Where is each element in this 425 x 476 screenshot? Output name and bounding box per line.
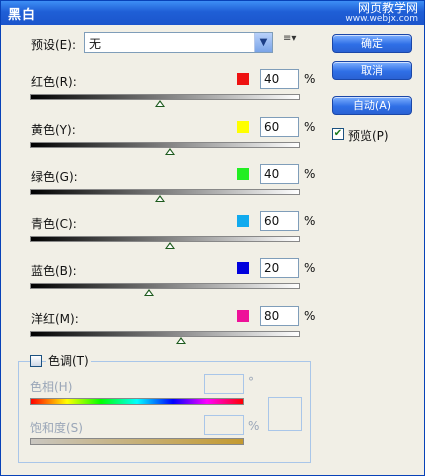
- slider-label: 蓝色(B):: [31, 264, 77, 278]
- slider-value-input[interactable]: 60: [260, 211, 299, 231]
- percent-unit: %: [304, 120, 316, 134]
- percent-unit: %: [304, 72, 316, 86]
- preview-checkbox[interactable]: ✔: [332, 128, 344, 140]
- preset-label: 预设(E):: [31, 38, 76, 52]
- watermark: 网页教学网 www.webjx.com: [345, 2, 418, 24]
- slider-row: 蓝色(B): 20%: [1, 258, 331, 298]
- slider-label: 青色(C):: [31, 217, 77, 231]
- tint-color-preview: [268, 397, 302, 431]
- black-white-dialog: 黑白 网页教学网 www.webjx.com 预设(E): 无 ▼ ≡▾ 确定 …: [0, 0, 425, 476]
- preset-value: 无: [89, 37, 102, 51]
- saturation-input[interactable]: [204, 415, 244, 435]
- slider-label: 绿色(G):: [31, 170, 78, 184]
- color-swatch: [237, 310, 249, 322]
- saturation-slider[interactable]: [30, 438, 244, 445]
- slider-thumb[interactable]: [154, 100, 165, 107]
- tint-checkbox[interactable]: [30, 355, 42, 367]
- slider-thumb[interactable]: [143, 289, 154, 296]
- slider-row: 黄色(Y): 60%: [1, 117, 331, 157]
- preset-menu-icon[interactable]: ≡▾: [283, 34, 297, 48]
- chevron-down-icon[interactable]: ▼: [254, 33, 272, 52]
- slider-thumb[interactable]: [176, 337, 187, 344]
- slider-thumb[interactable]: [165, 148, 176, 155]
- ok-button[interactable]: 确定: [332, 34, 412, 53]
- slider-label: 黄色(Y):: [31, 123, 76, 137]
- slider-label: 洋红(M):: [31, 312, 79, 326]
- color-swatch: [237, 73, 249, 85]
- auto-button[interactable]: 自动(A): [332, 96, 412, 115]
- slider-value-input[interactable]: 20: [260, 258, 299, 278]
- saturation-unit: %: [248, 419, 260, 433]
- color-swatch: [237, 262, 249, 274]
- percent-unit: %: [304, 167, 316, 181]
- percent-unit: %: [304, 214, 316, 228]
- percent-unit: %: [304, 309, 316, 323]
- slider-thumb[interactable]: [165, 242, 176, 249]
- slider-thumb[interactable]: [154, 195, 165, 202]
- preview-label: 预览(P): [348, 129, 389, 143]
- saturation-label: 饱和度(S): [30, 421, 83, 435]
- slider-track[interactable]: [30, 331, 300, 337]
- window-title: 黑白: [8, 8, 37, 23]
- tint-legend: 色调(T): [46, 352, 91, 369]
- slider-value-input[interactable]: 40: [260, 69, 299, 89]
- cancel-button[interactable]: 取消: [332, 61, 412, 80]
- slider-row: 洋红(M): 80%: [1, 306, 331, 346]
- watermark-line2: www.webjx.com: [345, 14, 418, 24]
- color-swatch: [237, 168, 249, 180]
- color-swatch: [237, 215, 249, 227]
- slider-value-input[interactable]: 60: [260, 117, 299, 137]
- hue-unit: °: [248, 375, 254, 389]
- title-bar: 黑白 网页教学网 www.webjx.com: [1, 1, 424, 25]
- slider-track[interactable]: [30, 283, 300, 289]
- slider-label: 红色(R):: [31, 75, 77, 89]
- slider-track[interactable]: [30, 189, 300, 195]
- slider-track[interactable]: [30, 94, 300, 100]
- preset-select[interactable]: 无 ▼: [84, 32, 273, 53]
- hue-label: 色相(H): [30, 380, 73, 394]
- slider-value-input[interactable]: 80: [260, 306, 299, 326]
- slider-row: 青色(C): 60%: [1, 211, 331, 251]
- hue-input[interactable]: [204, 374, 244, 394]
- slider-row: 红色(R): 40%: [1, 69, 331, 109]
- slider-row: 绿色(G): 40%: [1, 164, 331, 204]
- hue-slider[interactable]: [30, 398, 244, 405]
- color-swatch: [237, 121, 249, 133]
- percent-unit: %: [304, 261, 316, 275]
- slider-value-input[interactable]: 40: [260, 164, 299, 184]
